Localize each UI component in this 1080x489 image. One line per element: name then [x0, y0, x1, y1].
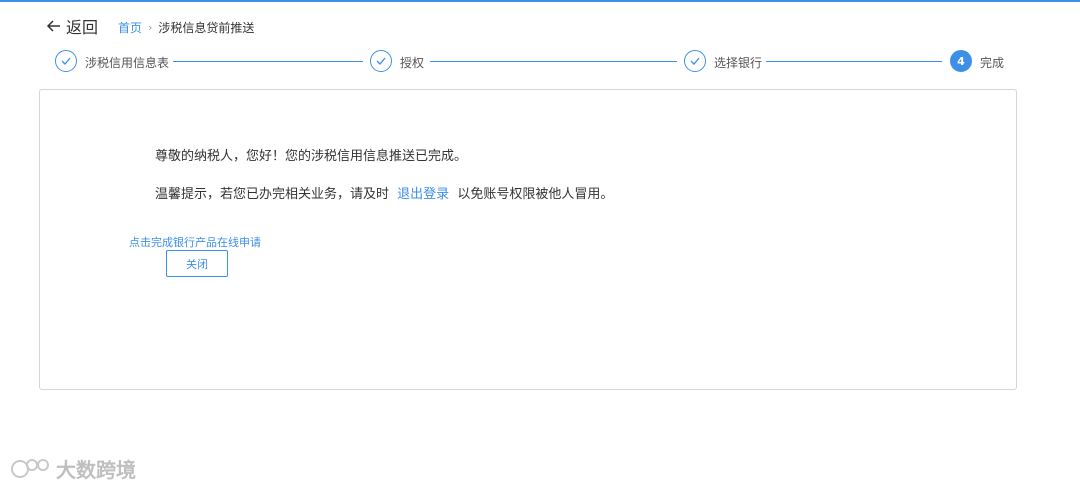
step-2-label: 授权	[400, 56, 425, 70]
tip-suffix: 以免账号权限被他人冒用。	[457, 187, 614, 202]
breadcrumb-separator: ›	[148, 21, 153, 34]
arrow-left-icon	[46, 20, 60, 32]
step-connector-3	[766, 61, 942, 62]
logout-link[interactable]: 退出登录	[397, 187, 449, 202]
step-3-check-icon	[684, 50, 706, 72]
greeting-message: 尊敬的纳税人，您好！您的涉税信用信息推送已完成。	[155, 149, 468, 164]
back-label: 返回	[66, 18, 99, 37]
step-1-label: 涉税信用信息表	[85, 56, 170, 70]
watermark-text: 大数跨境	[56, 458, 136, 482]
step-connector-1	[173, 61, 363, 62]
close-button[interactable]: 关闭	[166, 250, 228, 277]
step-2-check-icon	[370, 50, 392, 72]
step-4-label: 完成	[980, 56, 1005, 70]
step-3-label: 选择银行	[714, 56, 763, 70]
completion-panel: 尊敬的纳税人，您好！您的涉税信用信息推送已完成。 温馨提示，若您已办完相关业务，…	[39, 89, 1017, 390]
step-connector-2	[430, 61, 677, 62]
step-1-check-icon	[55, 50, 77, 72]
back-button[interactable]: 返回	[46, 14, 98, 38]
breadcrumb-home-link[interactable]: 首页	[118, 19, 142, 36]
top-accent-bar	[0, 0, 1080, 2]
progress-steps: 涉税信用信息表 授权 选择银行 4 完成	[0, 50, 1080, 74]
step-4-number: 4	[950, 50, 972, 72]
breadcrumb: 首页 › 涉税信息贷前推送	[118, 19, 254, 36]
watermark: 大数跨境	[10, 454, 136, 483]
logout-tip: 温馨提示，若您已办完相关业务，请及时 退出登录 以免账号权限被他人冒用。	[155, 183, 613, 202]
bank-apply-link[interactable]: 点击完成银行产品在线申请	[129, 234, 261, 250]
tip-prefix: 温馨提示，若您已办完相关业务，请及时	[155, 187, 390, 202]
breadcrumb-current: 涉税信息贷前推送	[158, 21, 255, 35]
watermark-logo-icon	[11, 458, 49, 478]
